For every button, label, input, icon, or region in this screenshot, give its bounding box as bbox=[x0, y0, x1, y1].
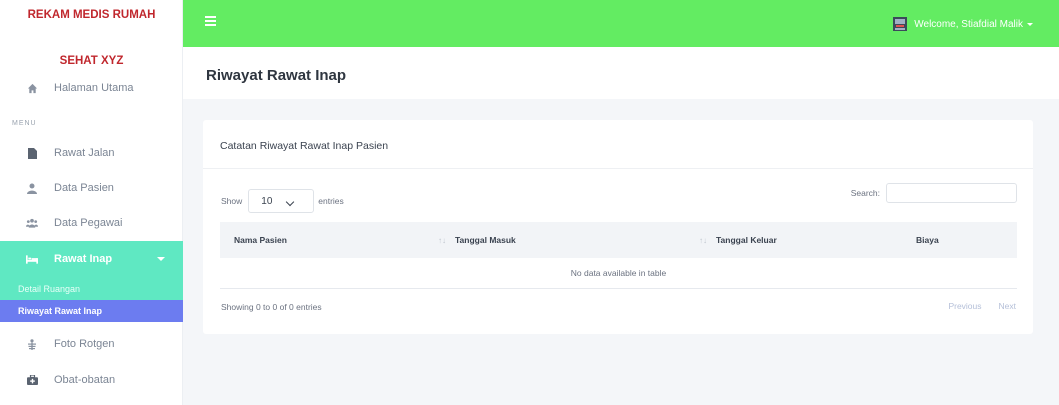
sidebar-item-label: Halaman Utama bbox=[54, 82, 134, 94]
table-empty-row: No data available in table bbox=[220, 258, 1017, 289]
menu-heading: MENU bbox=[12, 120, 37, 127]
entries-label: entries bbox=[318, 196, 344, 206]
column-header-tanggal-keluar[interactable]: Tanggal Keluar bbox=[716, 235, 777, 245]
column-header-tanggal-masuk[interactable]: Tanggal Masuk bbox=[455, 235, 516, 245]
sidebar-item-foto-rotgen[interactable]: Foto Rotgen bbox=[0, 333, 183, 355]
sidebar-item-rawat-inap[interactable]: Rawat Inap bbox=[0, 241, 183, 278]
next-button[interactable]: Next bbox=[999, 301, 1016, 311]
entries-select-value: 10 bbox=[261, 195, 273, 207]
search-input[interactable] bbox=[886, 183, 1017, 203]
chevron-down-icon bbox=[157, 257, 165, 261]
sidebar-item-label: Data Pegawai bbox=[54, 217, 123, 229]
search-control: Search: bbox=[851, 183, 1017, 203]
brand-subtitle[interactable]: SEHAT XYZ bbox=[0, 55, 183, 67]
sidebar-item-label: Data Pasien bbox=[54, 182, 114, 194]
users-icon bbox=[26, 217, 38, 229]
page-header: Riwayat Rawat Inap bbox=[183, 47, 1059, 99]
column-header-biaya[interactable]: Biaya bbox=[916, 235, 939, 245]
previous-button[interactable]: Previous bbox=[948, 301, 981, 311]
medkit-icon bbox=[26, 374, 38, 386]
page-title: Riwayat Rawat Inap bbox=[206, 67, 347, 84]
brand-title[interactable]: REKAM MEDIS RUMAH bbox=[0, 9, 183, 21]
bed-icon bbox=[26, 253, 38, 265]
column-header-nama-pasien[interactable]: Nama Pasien bbox=[234, 235, 287, 245]
divider bbox=[203, 168, 1033, 169]
chevron-down-icon bbox=[1027, 22, 1033, 26]
sidebar-item-label: Foto Rotgen bbox=[54, 338, 115, 350]
submenu-riwayat-rawat-inap[interactable]: Riwayat Rawat Inap bbox=[0, 300, 183, 322]
entries-select[interactable]: 10 bbox=[248, 189, 315, 213]
home-icon bbox=[26, 82, 38, 94]
sort-icon[interactable]: ↑↓ bbox=[699, 236, 707, 245]
sidebar-item-data-pegawai[interactable]: Data Pegawai bbox=[0, 212, 183, 234]
sidebar-item-rawat-jalan[interactable]: Rawat Jalan bbox=[0, 142, 183, 164]
sidebar-item-label: Rawat Inap bbox=[54, 253, 113, 265]
search-label: Search: bbox=[850, 188, 880, 198]
chevron-down-icon bbox=[286, 197, 295, 207]
xray-icon bbox=[26, 338, 38, 350]
sidebar-item-obat-obatan[interactable]: Obat-obatan bbox=[0, 369, 183, 391]
card-title: Catatan Riwayat Rawat Inap Pasien bbox=[220, 140, 389, 152]
history-card: Catatan Riwayat Rawat Inap Pasien Show 1… bbox=[203, 120, 1033, 334]
user-menu[interactable]: Welcome, Stiafdial Malik bbox=[892, 16, 1033, 32]
file-icon bbox=[26, 147, 38, 159]
user-icon bbox=[26, 182, 38, 194]
sidebar-item-halaman-utama[interactable]: Halaman Utama bbox=[0, 77, 183, 99]
sidebar-toggle-icon[interactable] bbox=[205, 16, 216, 27]
table-info: Showing 0 to 0 of 0 entries bbox=[221, 302, 322, 312]
show-label: Show bbox=[221, 196, 243, 206]
pagination: Previous Next bbox=[931, 301, 1016, 311]
table-header: Nama Pasien ↑↓ Tanggal Masuk ↑↓ Tanggal … bbox=[220, 222, 1017, 258]
sidebar: REKAM MEDIS RUMAH SEHAT XYZ Halaman Utam… bbox=[0, 0, 183, 405]
sidebar-item-label: Rawat Jalan bbox=[54, 147, 115, 159]
submenu-detail-ruangan[interactable]: Detail Ruangan bbox=[0, 278, 183, 300]
sidebar-item-label: Obat-obatan bbox=[54, 374, 116, 386]
sidebar-item-data-pasien[interactable]: Data Pasien bbox=[0, 177, 183, 199]
entries-length-control: Show 10 entries bbox=[221, 189, 344, 213]
avatar bbox=[893, 17, 908, 31]
sort-icon[interactable]: ↑↓ bbox=[438, 236, 446, 245]
user-welcome-label: Welcome, Stiafdial Malik bbox=[914, 18, 1023, 30]
topbar: Welcome, Stiafdial Malik bbox=[183, 0, 1059, 47]
